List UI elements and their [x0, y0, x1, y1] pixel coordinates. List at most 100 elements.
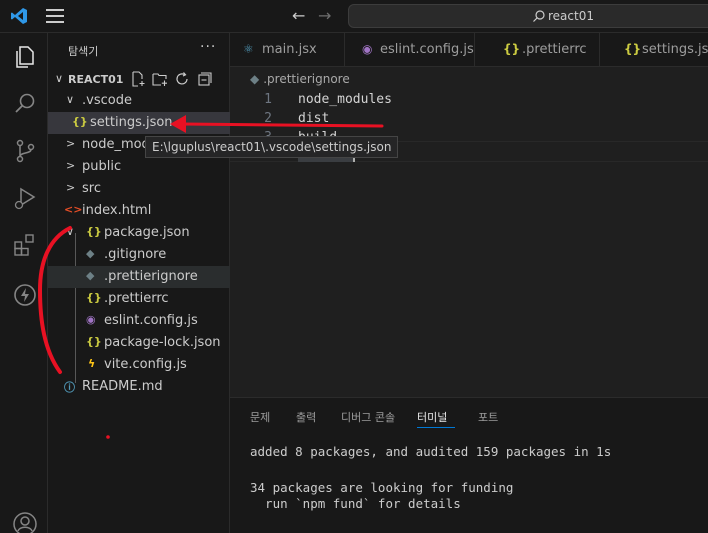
breadcrumb[interactable]: ◆ .prettierignore — [250, 72, 350, 86]
eslint-icon: ◉ — [362, 42, 373, 56]
tree-item-public[interactable]: > public — [48, 156, 230, 178]
tree-item-label: index.html — [82, 203, 152, 218]
tree-item-src[interactable]: > src — [48, 178, 230, 200]
tree-item-label: package-lock.json — [104, 335, 221, 350]
new-file-icon[interactable] — [130, 71, 146, 87]
git-diamond-icon: ◆ — [86, 247, 95, 260]
tree-item-index-html[interactable]: <> index.html — [48, 200, 230, 222]
chevron-right-icon: > — [66, 137, 76, 150]
code-line[interactable]: 1 node_modules — [230, 92, 708, 111]
braces-icon: {} — [86, 225, 102, 238]
panel-tab-output[interactable]: 출력 — [296, 409, 316, 425]
active-tab-indicator — [417, 427, 455, 428]
tree-item-label: settings.json — [90, 115, 173, 130]
path-tooltip: E:\lguplus\react01\.vscode\settings.json — [145, 136, 399, 158]
line-number: 2 — [264, 111, 272, 126]
tab-label: eslint.config.js — [380, 42, 474, 57]
tree-item-label: vite.config.js — [104, 357, 187, 372]
explorer-actions — [130, 71, 220, 89]
run-debug-icon[interactable] — [12, 185, 38, 211]
tree-item-label: public — [82, 159, 122, 174]
editor-tabs: ⚛ main.jsx ◉ eslint.config.js {} .pretti… — [230, 33, 708, 67]
terminal-line: 34 packages are looking for funding — [250, 480, 514, 495]
vscode-logo-icon[interactable] — [10, 7, 28, 25]
braces-icon: {} — [86, 291, 102, 304]
tree-item-label: src — [82, 181, 101, 196]
diamond-icon: ◆ — [250, 72, 260, 86]
collapse-all-icon[interactable] — [196, 71, 212, 87]
tree-item-package-json[interactable]: ∨ {} package.json — [48, 222, 230, 244]
forward-arrow-icon[interactable]: → — [318, 6, 331, 25]
html-icon: <> — [64, 203, 83, 216]
vite-bolt-icon: ϟ — [88, 357, 96, 370]
tab-label: main.jsx — [262, 42, 317, 57]
tree-item-label: .gitignore — [104, 247, 167, 262]
search-icon[interactable] — [12, 91, 38, 117]
explorer-icon[interactable] — [12, 44, 38, 70]
react-icon: ⚛ — [243, 42, 254, 56]
refresh-icon[interactable] — [174, 71, 190, 87]
tree-item-label: .prettierignore — [104, 269, 198, 284]
editor-area[interactable]: ◆.prettierignore 1 node_modules 2 dist 3… — [230, 67, 708, 397]
chevron-down-icon: ∨ — [55, 72, 64, 85]
tree-item-settings-json[interactable]: {} settings.json — [48, 112, 230, 134]
tree-item-label: .prettierrc — [104, 291, 169, 306]
tree-item-label: README.md — [82, 379, 163, 394]
tree-item-prettierignore[interactable]: ◆ .prettierignore — [48, 266, 230, 288]
source-control-icon[interactable] — [12, 138, 38, 164]
tree-item-label: .vscode — [82, 93, 132, 108]
braces-icon: {} — [503, 42, 521, 56]
tree-item-vite-config[interactable]: ϟ vite.config.js — [48, 354, 230, 376]
panel-tab-ports[interactable]: 포트 — [478, 409, 498, 425]
account-icon[interactable] — [12, 511, 38, 533]
line-text: node_modules — [298, 92, 392, 107]
title-bar: ← → react01 — [0, 0, 708, 33]
tree-item-readme[interactable]: ⓘ README.md — [48, 376, 230, 398]
eslint-icon: ◉ — [86, 313, 96, 326]
panel-tab-terminal[interactable]: 터미널 — [417, 409, 447, 425]
tab-settings-json[interactable]: {} settings.json — [600, 33, 708, 66]
bottom-panel: 문제 출력 디버그 콘솔 터미널 포트 added 8 packages, an… — [230, 397, 708, 533]
terminal-line: run `npm fund` for details — [250, 496, 461, 511]
terminal-line: added 8 packages, and audited 159 packag… — [250, 444, 612, 459]
braces-icon: {} — [86, 335, 102, 348]
breadcrumb-file: .prettierignore — [263, 72, 350, 86]
diamond-icon: ◆ — [86, 269, 95, 282]
panel-tab-debug-console[interactable]: 디버그 콘솔 — [341, 409, 395, 425]
menu-icon[interactable] — [46, 9, 64, 23]
tab-prettierrc[interactable]: {} .prettierrc — [475, 33, 600, 66]
back-arrow-icon[interactable]: ← — [292, 6, 305, 25]
chevron-down-icon: ∨ — [66, 93, 75, 106]
line-text: dist — [298, 111, 330, 126]
braces-icon: {} — [72, 115, 88, 128]
chevron-right-icon: > — [66, 181, 76, 194]
tab-label: settings.json — [642, 42, 708, 57]
chevron-right-icon: > — [66, 159, 76, 172]
activity-bar — [0, 33, 48, 533]
extensions-icon[interactable] — [12, 232, 38, 258]
line-number: 1 — [264, 92, 272, 107]
workspace-root-label: REACT01 — [68, 73, 124, 86]
command-center-text: react01 — [548, 9, 594, 23]
explorer-sidebar: 탐색기 ··· ∨ REACT01 ∨ .vscode {} settings.… — [48, 33, 230, 533]
search-icon — [533, 10, 545, 22]
more-actions-icon[interactable]: ··· — [200, 39, 216, 55]
tab-main-jsx[interactable]: ⚛ main.jsx — [230, 33, 345, 66]
tree-item-gitignore[interactable]: ◆ .gitignore — [48, 244, 230, 266]
tree-item-vscode-folder[interactable]: ∨ .vscode — [48, 90, 230, 112]
tree-item-eslint-config[interactable]: ◉ eslint.config.js — [48, 310, 230, 332]
info-icon: ⓘ — [64, 381, 75, 394]
code-line[interactable]: 2 dist — [230, 111, 708, 130]
tab-label: .prettierrc — [522, 42, 587, 57]
tree-item-package-lock[interactable]: {} package-lock.json — [48, 332, 230, 354]
command-center-search[interactable]: react01 — [348, 4, 708, 28]
tree-item-label: eslint.config.js — [104, 313, 198, 328]
explorer-title: 탐색기 — [68, 45, 99, 58]
tab-eslint-config[interactable]: ◉ eslint.config.js — [345, 33, 475, 66]
lightning-extension-icon[interactable] — [12, 282, 38, 308]
new-folder-icon[interactable] — [152, 71, 168, 87]
chevron-down-icon: ∨ — [66, 225, 75, 238]
panel-tab-problems[interactable]: 문제 — [250, 409, 270, 425]
tree-item-prettierrc[interactable]: {} .prettierrc — [48, 288, 230, 310]
braces-icon: {} — [624, 42, 642, 56]
